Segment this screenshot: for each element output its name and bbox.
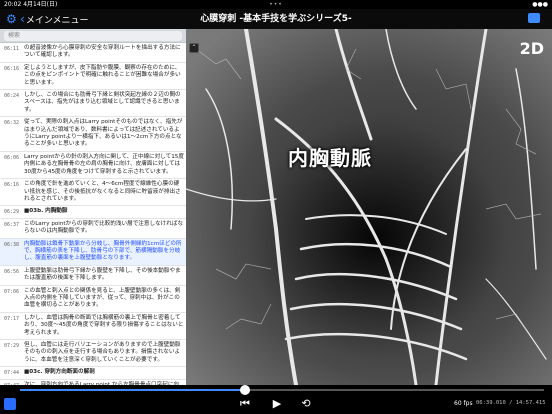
transcript-row[interactable]: 07:44 ■03c. 穿刺方向断面の解剖 bbox=[0, 367, 186, 380]
transcript-sidebar: 検索 06:11 の超音波像から心膜穿刺の安全な穿刺ルートを描出する方法について確… bbox=[0, 29, 186, 385]
fps-label: 60 fps bbox=[454, 400, 473, 407]
download-icon[interactable] bbox=[528, 13, 540, 23]
collapse-sidebar-button[interactable]: ⌃ bbox=[189, 43, 199, 53]
transcript-row[interactable]: 06:29 ■03b. 内胸動脈 bbox=[0, 206, 186, 219]
row-text: この血管と刺入点との関係を見ると、上腹壁動脈の多くは、剣入点の内側を下降していま… bbox=[24, 287, 181, 309]
transcript-list: 06:11 の超音波像から心膜穿刺の安全な穿刺ルートを描出する方法について確認しま… bbox=[0, 43, 186, 385]
transcript-row[interactable]: 07:06 この血管と刺入点との関係を見ると、上腹壁動脈の多くは、剣入点の内側を下… bbox=[0, 286, 186, 313]
angiogram-image bbox=[186, 29, 552, 385]
search-bar: 検索 bbox=[0, 29, 186, 43]
chevron-left-icon: ‹ bbox=[20, 12, 25, 26]
gear-icon[interactable]: ⚙ bbox=[6, 12, 20, 26]
row-timestamp: 06:56 bbox=[4, 268, 20, 275]
row-text: 定しようとしますが、皮下脂肪や腹膜、観察の存在のために、この点をピンポイントで明… bbox=[24, 64, 181, 86]
row-text: の超音波像から心膜穿刺の安全な穿刺ルートを描出する方法について確認します。 bbox=[24, 45, 181, 59]
play-icon[interactable]: ▶ bbox=[270, 397, 284, 411]
row-text: Larry pointからの針の刺入方向に関して、正中線に対して15度内側にある… bbox=[24, 153, 184, 175]
row-text: しかし、この場合にも肋骨弓下縁と剣状突起左縁の２辺の間のスペースは、指先がはまり… bbox=[24, 92, 181, 113]
row-timestamp: 06:16 bbox=[4, 182, 20, 189]
view-mode-badge[interactable]: 2D bbox=[520, 39, 544, 58]
nav-bar: ⚙ ‹メインメニュー 心膜穿刺 -基本手技を学ぶシリーズ5- bbox=[0, 9, 552, 29]
transcript-row[interactable]: 06:32 従って、実際の刺入点はLarry pointそのものではなく、指先がは… bbox=[0, 117, 186, 152]
transcript-row-active[interactable]: 06:38 内胸動脈は鎖骨下動脈から分岐し、胸骨外側縁約1cmほどの所で、胸横筋の… bbox=[0, 238, 186, 266]
transcript-row[interactable]: 07:29 但し、血管には走行バリエーションがありますので上腹壁動脈そのものの刺入… bbox=[0, 340, 186, 368]
timecode: 06:39.010 / 14:57.415 bbox=[476, 400, 546, 406]
row-timestamp: 06:11 bbox=[4, 46, 20, 52]
playback-controls: ⏮ ▶ ⟲ 60 fps 06:39.010 / 14:57.415 bbox=[0, 385, 552, 414]
progress-track[interactable] bbox=[20, 385, 544, 395]
row-timestamp: 07:29 bbox=[4, 343, 20, 349]
status-bar: 20:02 4月14日(日) ••• ●●● bbox=[0, 0, 552, 9]
search-input[interactable]: 検索 bbox=[4, 31, 182, 41]
row-text: ■03b. 内胸動脈 bbox=[24, 208, 68, 215]
row-text: このLarry pointからの穿刺で比較的浅い層で注意しなければならないのは内… bbox=[24, 220, 184, 235]
row-text: しかし、血管は胸骨の断面では胸横筋の裏上で胸骨と密着しており、30度〜45度の角… bbox=[24, 314, 184, 336]
row-timestamp: 06:24 bbox=[4, 93, 20, 100]
transcript-row[interactable]: 06:16 定しようとしますが、皮下脂肪や腹膜、観察の存在のために、この点をピンポ… bbox=[0, 63, 186, 91]
row-text: ■03c. 穿刺方向断面の解剖 bbox=[24, 369, 95, 376]
video-caption-label: 内胸動脈 bbox=[288, 146, 372, 170]
transcript-row[interactable]: 07:17 しかし、血管は胸骨の断面では胸横筋の裏上で胸骨と密着しており、30度〜… bbox=[0, 313, 186, 340]
transcript-row[interactable]: 06:56 上腹壁動脈は肋骨弓下縁から腹壁を下降し、その後本動脈やまたは腹直筋の後… bbox=[0, 266, 186, 286]
row-text: この角度で針を進めていくと、4〜6cm程度で線維性心膜の硬い抵抗を感じ、その後抵… bbox=[24, 181, 181, 202]
row-timestamp: 07:06 bbox=[4, 288, 20, 295]
back-button[interactable]: ‹メインメニュー bbox=[20, 11, 89, 27]
row-timestamp: 06:06 bbox=[4, 154, 20, 161]
row-text: 従って、実際の刺入点はLarry pointそのものではなく、指先がはまり込んだ… bbox=[24, 119, 183, 148]
row-timestamp: 06:37 bbox=[4, 221, 20, 228]
transcript-row[interactable]: 06:11 の超音波像から心膜穿刺の安全な穿刺ルートを描出する方法について確認しま… bbox=[0, 43, 186, 63]
row-text: 上腹壁動脈は肋骨弓下縁から腹壁を下降し、その後本動脈やまたは腹直筋の後面を下降し… bbox=[24, 267, 181, 282]
previous-icon[interactable]: ⏮ bbox=[238, 397, 252, 411]
transcript-row[interactable]: 06:24 しかし、この場合にも肋骨弓下縁と剣状突起左縁の２辺の間のスペースは、指… bbox=[0, 90, 186, 118]
transcript-row[interactable]: 06:37 このLarry pointからの穿刺で比較的浅い層で注意しなければなら… bbox=[0, 219, 186, 239]
transcript-row[interactable]: 06:16 この角度で針を進めていくと、4〜6cm程度で線維性心膜の硬い抵抗を感じ… bbox=[0, 179, 186, 207]
page-title: 心膜穿刺 -基本手技を学ぶシリーズ5- bbox=[200, 14, 352, 24]
loop-icon[interactable]: ⟲ bbox=[298, 397, 314, 411]
row-timestamp: 06:32 bbox=[4, 120, 20, 127]
video-player[interactable]: ⌃ 2D 内胸動脈 bbox=[186, 29, 552, 385]
row-text: 内胸動脈は鎖骨下動脈から分岐し、胸骨外側縁約1cmほどの所で、胸横筋の表を下降し… bbox=[24, 240, 182, 262]
chapters-icon[interactable] bbox=[4, 398, 16, 410]
multitask-dots[interactable]: ••• bbox=[0, 0, 552, 9]
battery-icon: ●●● bbox=[532, 1, 548, 8]
progress-fill bbox=[20, 389, 246, 391]
progress-knob[interactable] bbox=[240, 385, 251, 395]
row-timestamp: 07:17 bbox=[4, 315, 20, 322]
row-timestamp: 06:29 bbox=[4, 209, 20, 216]
row-timestamp: 06:16 bbox=[4, 65, 20, 72]
row-timestamp: 07:44 bbox=[4, 370, 20, 377]
row-timestamp: 06:38 bbox=[4, 241, 20, 248]
transcript-row[interactable]: 06:06 Larry pointからの針の刺入方向に関して、正中線に対して15度… bbox=[0, 152, 186, 180]
row-text: 但し、血管には走行バリエーションがありますので上腹壁動脈そのものの刺入点を走行す… bbox=[24, 342, 181, 363]
